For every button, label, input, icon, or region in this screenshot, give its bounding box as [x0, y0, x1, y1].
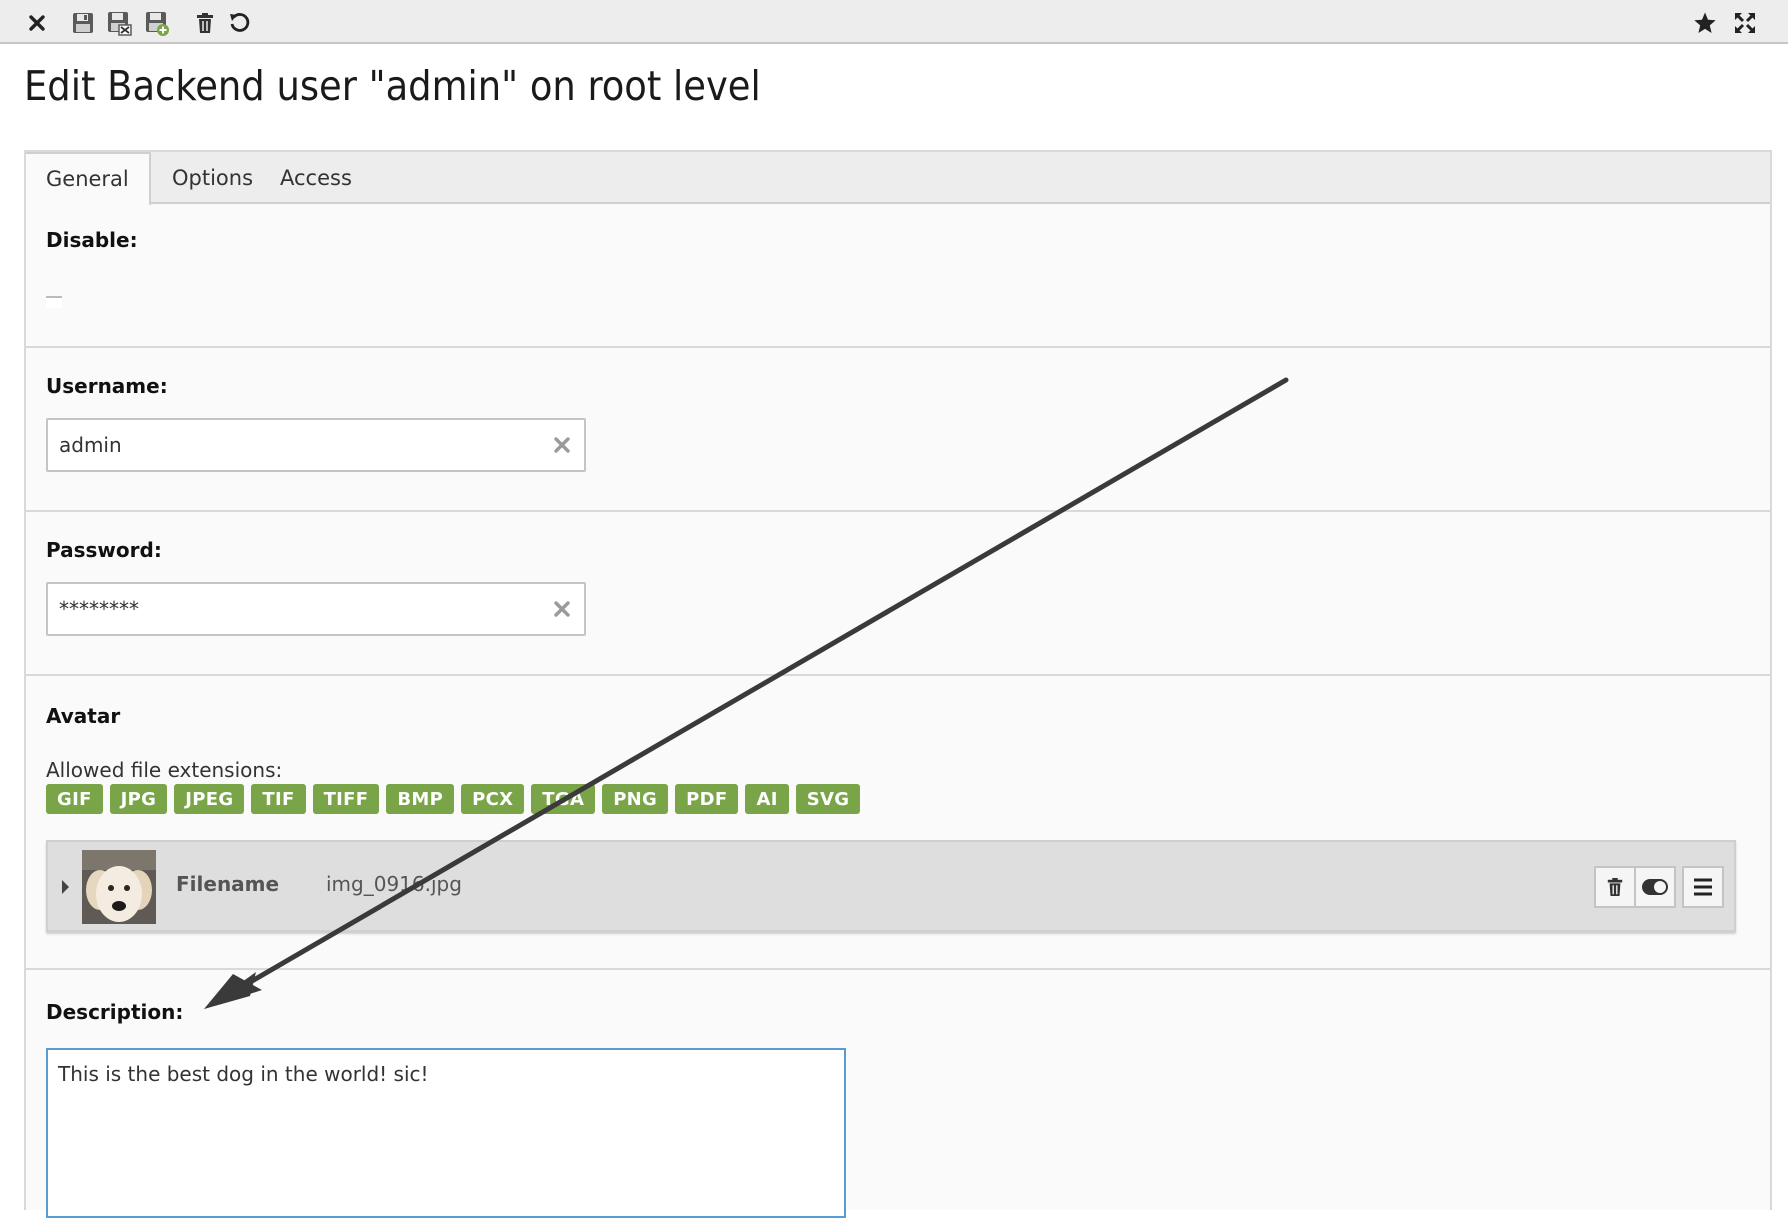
extension-badge: GIF — [46, 784, 103, 814]
extension-badge: SVG — [795, 784, 861, 814]
file-actions — [1594, 866, 1676, 908]
fullscreen-icon[interactable] — [1730, 8, 1760, 38]
save-and-close-icon[interactable] — [104, 8, 134, 38]
file-reference-row: Filename img_0916.jpg — [46, 840, 1736, 932]
password-section: Password: ******** — [26, 512, 1770, 676]
username-label: Username: — [46, 374, 168, 398]
expand-caret-icon[interactable] — [62, 880, 69, 894]
password-label: Password: — [46, 538, 162, 562]
star-icon[interactable] — [1690, 8, 1720, 38]
description-label: Description: — [46, 1000, 184, 1024]
undo-icon[interactable] — [224, 8, 254, 38]
password-input[interactable]: ******** — [46, 582, 586, 636]
save-and-new-icon[interactable] — [142, 8, 172, 38]
file-menu-button[interactable] — [1682, 866, 1724, 908]
toggle-icon — [1642, 879, 1668, 895]
extension-badge: AI — [745, 784, 789, 814]
close-icon[interactable] — [22, 8, 52, 38]
disable-label: Disable: — [46, 228, 138, 252]
disable-section: Disable: — [26, 204, 1770, 348]
password-value: ******** — [59, 597, 139, 621]
extension-badge: TIFF — [312, 784, 380, 814]
filename-value: img_0916.jpg — [326, 872, 462, 896]
clear-icon[interactable] — [552, 435, 572, 455]
extension-badge: TGA — [531, 784, 596, 814]
username-input[interactable]: admin — [46, 418, 586, 472]
delete-icon[interactable] — [190, 8, 220, 38]
hamburger-icon — [1694, 878, 1712, 896]
trash-icon — [1607, 878, 1623, 896]
extension-badges: GIF JPG JPEG TIF TIFF BMP PCX TGA PNG PD… — [46, 784, 861, 814]
avatar-section: Avatar Allowed file extensions: GIF JPG … — [26, 676, 1770, 970]
extension-badge: PCX — [461, 784, 525, 814]
tab-access[interactable]: Access — [260, 152, 372, 204]
extension-badge: TIF — [251, 784, 306, 814]
allowed-extensions-caption: Allowed file extensions: — [46, 758, 283, 782]
avatar-label: Avatar — [46, 704, 121, 728]
delete-file-button[interactable] — [1594, 866, 1636, 908]
description-section: Description: This is the best dog in the… — [26, 970, 1770, 1230]
save-icon[interactable] — [68, 8, 98, 38]
document-toolbar — [0, 0, 1788, 44]
extension-badge: JPEG — [174, 784, 245, 814]
tab-bar: General Options Access — [26, 152, 1770, 206]
avatar-thumbnail — [82, 850, 156, 924]
edit-form: General Options Access Disable: Username… — [24, 150, 1772, 1218]
disable-checkbox[interactable] — [46, 296, 62, 308]
tab-general[interactable]: General — [26, 152, 151, 206]
clear-icon[interactable] — [552, 599, 572, 619]
extension-badge: PDF — [675, 784, 739, 814]
extension-badge: PNG — [602, 784, 669, 814]
username-value: admin — [59, 433, 122, 457]
page-title: Edit Backend user "admin" on root level — [24, 62, 761, 110]
description-textarea[interactable]: This is the best dog in the world! sic! — [46, 1048, 846, 1218]
filename-label: Filename — [176, 872, 280, 896]
extension-badge: BMP — [386, 784, 455, 814]
username-section: Username: admin — [26, 348, 1770, 512]
toggle-visibility-button[interactable] — [1634, 866, 1676, 908]
tab-options[interactable]: Options — [152, 152, 273, 204]
extension-badge: JPG — [109, 784, 168, 814]
